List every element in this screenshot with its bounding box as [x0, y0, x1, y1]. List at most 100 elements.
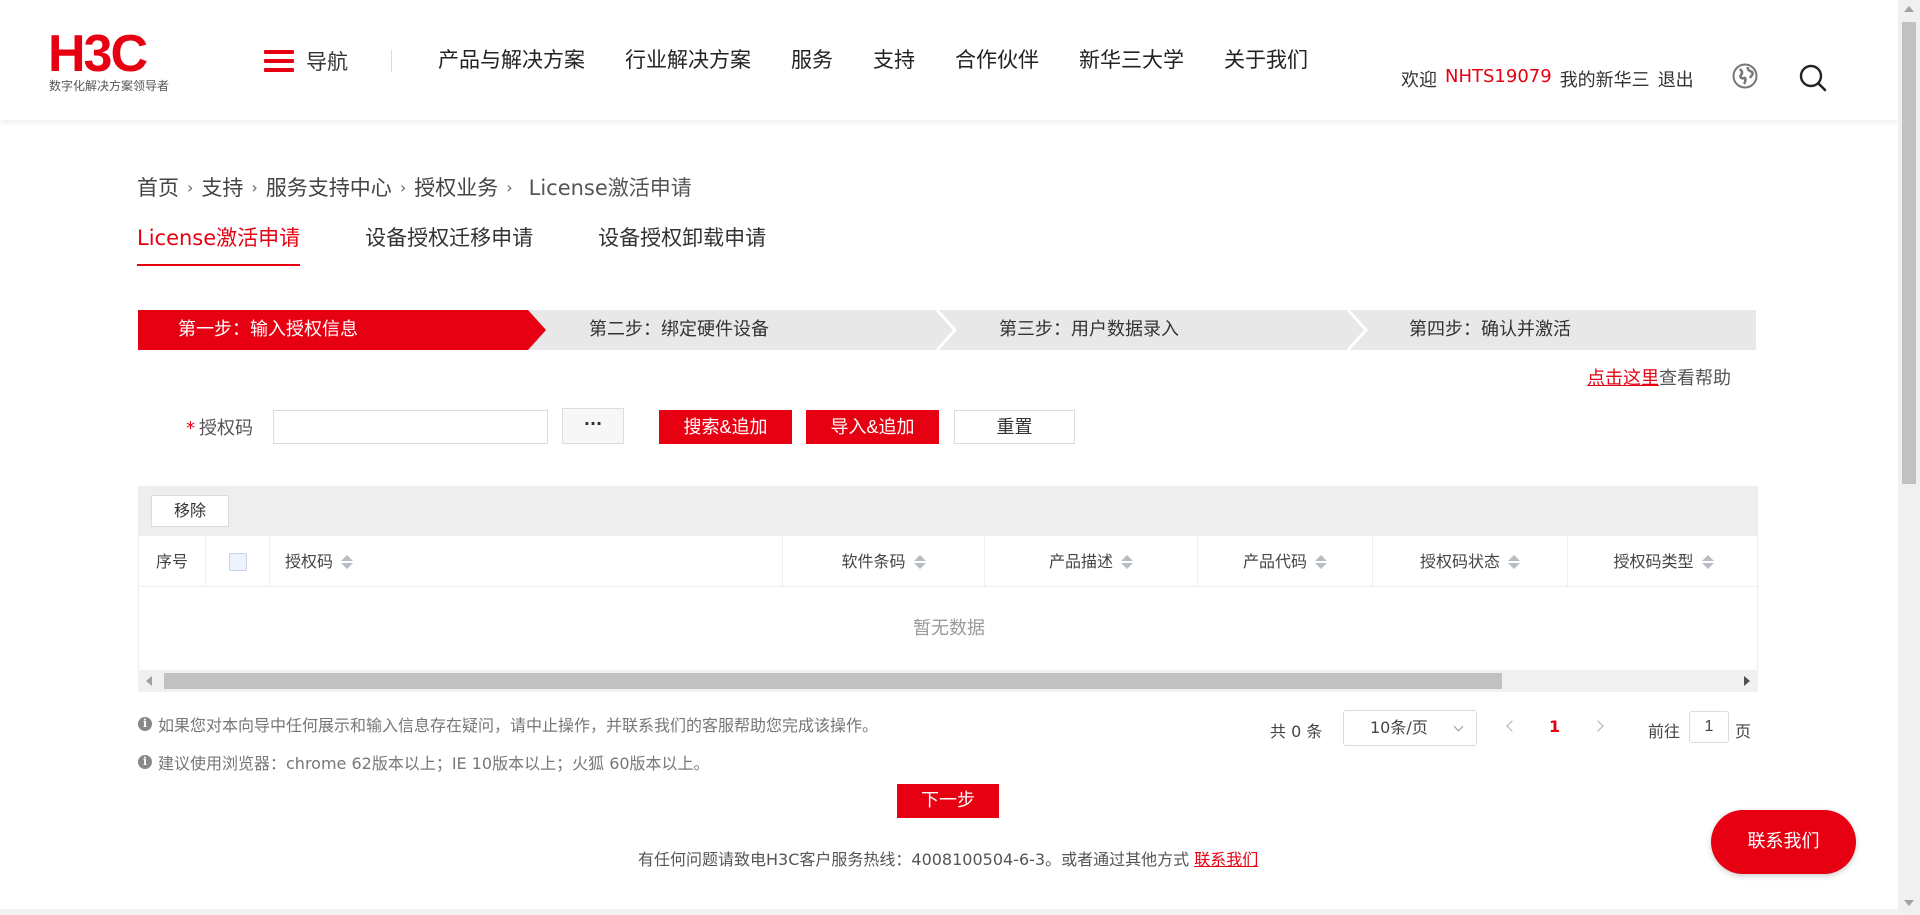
table-header: 序号 授权码 软件条码 产品描述 产品代码 授权码状态 授权码类型	[139, 536, 1759, 587]
breadcrumb-home[interactable]: 首页	[137, 172, 179, 202]
footer-contact-line: 有任何问题请致电H3C客户服务热线：4008100504-6-3。或者通过其他方…	[638, 846, 1258, 870]
logout-link[interactable]: 退出	[1658, 66, 1694, 92]
table-empty-text: 暂无数据	[913, 618, 985, 639]
remove-button[interactable]: 移除	[151, 495, 229, 527]
nav-toggle-label: 导航	[306, 50, 348, 74]
breadcrumb-separator: ›	[251, 177, 258, 197]
page-size-select[interactable]: 10条/页	[1343, 710, 1477, 746]
nav-item-services[interactable]: 服务	[791, 44, 833, 74]
breadcrumb: 首页 › 支持 › 服务支持中心 › 授权业务 › License激活申请	[137, 172, 692, 202]
tab-license-migration[interactable]: 设备授权迁移申请	[365, 222, 533, 266]
sort-icon[interactable]	[1508, 554, 1520, 569]
logo-slogan: 数字化解决方案领导者	[49, 79, 170, 93]
nav-item-support[interactable]: 支持	[873, 44, 915, 74]
h3c-logo[interactable]: H3C 数字化解决方案领导者	[48, 28, 198, 94]
chevron-down-icon	[1453, 721, 1464, 732]
col-software-barcode-label: 软件条码	[841, 552, 906, 571]
username-link[interactable]: NHTS19079	[1445, 66, 1552, 92]
col-license-type-label: 授权码类型	[1613, 552, 1694, 571]
search-icon[interactable]	[1798, 63, 1828, 93]
vertical-scrollbar[interactable]	[1898, 0, 1920, 915]
tab-bar: License激活申请 设备授权迁移申请 设备授权卸载申请	[137, 222, 766, 266]
col-product-desc-label: 产品描述	[1048, 552, 1113, 571]
col-product-desc[interactable]: 产品描述	[985, 536, 1198, 587]
tab-license-activation[interactable]: License激活申请	[137, 222, 301, 266]
step-1-active: 第一步：输入授权信息	[178, 319, 358, 340]
bottom-strip	[0, 909, 1898, 915]
col-select	[206, 536, 270, 587]
scroll-up-arrow-icon[interactable]	[1904, 6, 1914, 12]
col-index: 序号	[139, 536, 206, 587]
license-code-input[interactable]	[273, 410, 548, 444]
nav-item-about[interactable]: 关于我们	[1224, 44, 1308, 74]
note-browser: i 建议使用浏览器：chrome 62版本以上；IE 10版本以上；火狐 60版…	[138, 750, 710, 774]
breadcrumb-separator: ›	[187, 177, 194, 197]
col-license-status[interactable]: 授权码状态	[1373, 536, 1568, 587]
scroll-down-arrow-icon[interactable]	[1904, 900, 1914, 906]
reset-button[interactable]: 重置	[954, 410, 1075, 444]
sort-icon[interactable]	[341, 554, 354, 569]
page-size-value: 10条/页	[1370, 718, 1428, 737]
help-text: 查看帮助	[1659, 368, 1731, 389]
nav-menu-toggle[interactable]: 导航	[264, 48, 348, 74]
sort-icon[interactable]	[913, 554, 926, 569]
license-code-label: * 授权码	[186, 414, 253, 440]
table-toolbar: 移除	[138, 486, 1758, 536]
search-add-button[interactable]: 搜索&追加	[659, 410, 792, 444]
horizontal-scrollbar[interactable]	[138, 670, 1758, 692]
info-icon: i	[138, 717, 152, 731]
prev-page-icon[interactable]	[1506, 720, 1518, 732]
breadcrumb-license-business[interactable]: 授权业务	[414, 172, 498, 202]
scroll-right-arrow-icon[interactable]	[1744, 676, 1750, 686]
col-product-code[interactable]: 产品代码	[1198, 536, 1373, 587]
footer-contact-link[interactable]: 联系我们	[1194, 850, 1258, 869]
breadcrumb-support[interactable]: 支持	[201, 172, 243, 202]
tab-license-uninstall[interactable]: 设备授权卸载申请	[598, 222, 766, 266]
page-number-current[interactable]: 1	[1549, 717, 1560, 736]
license-code-label-text: 授权码	[199, 418, 253, 439]
nav-item-industry[interactable]: 行业解决方案	[625, 44, 751, 74]
breadcrumb-service-center[interactable]: 服务支持中心	[266, 172, 392, 202]
sort-icon[interactable]	[1701, 554, 1714, 569]
required-mark: *	[186, 418, 195, 439]
note-questions-text: 如果您对本向导中任何展示和输入信息存在疑问，请中止操作，并联系我们的客服帮助您完…	[158, 716, 879, 735]
col-index-label: 序号	[155, 552, 188, 571]
license-table: 序号 授权码 软件条码 产品描述 产品代码 授权码状态 授权码类型 暂无数据	[138, 536, 1759, 670]
step-4: 第四步：确认并激活	[1409, 319, 1571, 340]
wizard-steps: 第一步：输入授权信息 第二步：绑定硬件设备 第三步：用户数据录入 第四步：确认并…	[138, 310, 1756, 350]
col-license-type[interactable]: 授权码类型	[1568, 536, 1759, 587]
pagination-total: 共 0 条	[1270, 722, 1323, 741]
sort-icon[interactable]	[1121, 554, 1133, 569]
col-product-code-label: 产品代码	[1242, 552, 1307, 571]
welcome-text: 欢迎	[1401, 70, 1437, 91]
page-suffix: 页	[1735, 722, 1752, 741]
select-all-checkbox[interactable]	[228, 552, 247, 571]
step-3: 第三步：用户数据录入	[999, 319, 1179, 340]
import-add-button[interactable]: 导入&追加	[806, 410, 939, 444]
nav-item-products[interactable]: 产品与解决方案	[438, 44, 585, 74]
my-h3c-link[interactable]: 我的新华三	[1560, 66, 1650, 92]
globe-icon[interactable]	[1732, 63, 1758, 89]
site-header: H3C 数字化解决方案领导者 导航 产品与解决方案 行业解决方案 服务 支持 合…	[0, 0, 1898, 120]
nav-item-partners[interactable]: 合作伙伴	[955, 44, 1039, 74]
sort-icon[interactable]	[1315, 554, 1327, 569]
note-questions: i 如果您对本向导中任何展示和输入信息存在疑问，请中止操作，并联系我们的客服帮助…	[138, 712, 878, 736]
logo-wordmark: H3C	[48, 25, 148, 83]
contact-us-button[interactable]: 联系我们	[1711, 810, 1856, 874]
goto-label: 前往	[1648, 722, 1681, 741]
nav-item-university[interactable]: 新华三大学	[1079, 44, 1184, 74]
more-options-button[interactable]: ···	[562, 408, 624, 444]
next-page-icon[interactable]	[1592, 720, 1604, 732]
help-link[interactable]: 点击这里	[1587, 368, 1659, 389]
col-software-barcode[interactable]: 软件条码	[783, 536, 985, 587]
col-license-code[interactable]: 授权码	[270, 536, 783, 587]
next-step-button[interactable]: 下一步	[897, 784, 999, 818]
page: H3C 数字化解决方案领导者 导航 产品与解决方案 行业解决方案 服务 支持 合…	[0, 0, 1920, 915]
note-browser-text: 建议使用浏览器：chrome 62版本以上；IE 10版本以上；火狐 60版本以…	[158, 754, 710, 773]
vertical-scroll-thumb[interactable]	[1902, 22, 1916, 484]
goto-page-input[interactable]	[1689, 711, 1729, 743]
nav-divider	[391, 50, 392, 72]
scroll-left-arrow-icon[interactable]	[146, 676, 152, 686]
horizontal-scroll-thumb[interactable]	[164, 673, 1502, 689]
info-icon: i	[138, 755, 152, 769]
